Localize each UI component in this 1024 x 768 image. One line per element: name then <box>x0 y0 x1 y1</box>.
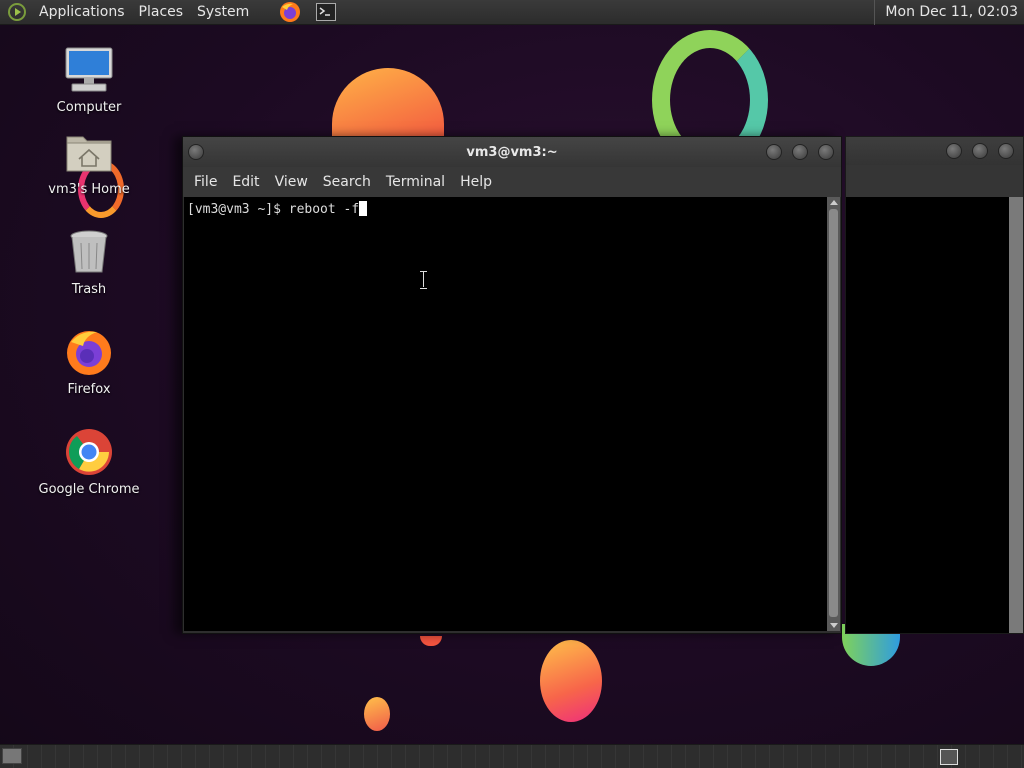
desktop-icon-firefox[interactable]: Firefox <box>34 326 144 397</box>
desktop-icon-computer[interactable]: Computer <box>34 44 144 115</box>
maximize-button[interactable] <box>792 144 808 160</box>
desktop-icon-label: Trash <box>71 282 107 297</box>
chrome-icon <box>63 426 115 478</box>
terminal-output[interactable]: [vm3@vm3 ~]$ reboot -f <box>184 197 827 631</box>
desktop-icon-label: Computer <box>56 100 122 115</box>
maximize-button[interactable] <box>972 143 988 159</box>
desktop-icon-home[interactable]: vm3's Home <box>34 126 144 197</box>
minimize-button[interactable] <box>946 143 962 159</box>
scrollbar-thumb[interactable] <box>829 209 838 617</box>
bottom-panel <box>0 744 1024 768</box>
firefox-launcher-icon[interactable] <box>278 0 302 24</box>
terminal-window[interactable]: vm3@vm3:~ File Edit View Search Terminal… <box>182 136 842 634</box>
scroll-down-icon[interactable] <box>830 623 838 628</box>
applications-menu[interactable]: Applications <box>32 4 132 20</box>
system-menu[interactable]: System <box>190 4 256 20</box>
background-window-menubar <box>846 165 1023 197</box>
background-window-titlebar[interactable] <box>846 137 1023 165</box>
minimize-button[interactable] <box>766 144 782 160</box>
background-window[interactable] <box>845 136 1024 634</box>
desktop-icon-label: Google Chrome <box>38 482 140 497</box>
wallpaper-small-drop <box>364 697 390 731</box>
computer-icon <box>63 44 115 96</box>
text-cursor <box>359 201 368 216</box>
clock[interactable]: Mon Dec 11, 02:03 <box>874 0 1024 25</box>
terminal-scrollbar[interactable] <box>827 197 840 631</box>
menu-help[interactable]: Help <box>453 174 500 190</box>
close-button[interactable] <box>998 143 1014 159</box>
scroll-up-icon[interactable] <box>830 200 838 205</box>
desktop-icon-chrome[interactable]: Google Chrome <box>34 426 144 497</box>
home-folder-icon <box>63 126 115 178</box>
terminal-titlebar[interactable]: vm3@vm3:~ <box>183 137 841 167</box>
menu-search[interactable]: Search <box>316 174 379 190</box>
menu-terminal[interactable]: Terminal <box>379 174 453 190</box>
workspace-switcher[interactable] <box>940 749 958 765</box>
desktop-icon-label: Firefox <box>67 382 111 397</box>
terminal-menubar: File Edit View Search Terminal Help <box>183 167 841 197</box>
menu-view[interactable]: View <box>268 174 316 190</box>
desktop-icon-trash[interactable]: Trash <box>34 226 144 297</box>
places-menu[interactable]: Places <box>132 4 191 20</box>
menu-edit[interactable]: Edit <box>225 174 267 190</box>
trash-icon <box>63 226 115 278</box>
menu-file[interactable]: File <box>187 174 225 190</box>
desktop-icon-label: vm3's Home <box>48 182 130 197</box>
background-window-scrollbar[interactable] <box>1009 197 1023 633</box>
shell-prompt: [vm3@vm3 ~]$ <box>187 202 289 217</box>
window-menu-button[interactable] <box>188 144 204 160</box>
show-desktop-icon[interactable] <box>2 748 22 764</box>
top-panel: Applications Places System Mon Dec 11, 0… <box>0 0 1024 25</box>
mouse-ibeam-cursor-icon <box>420 271 428 289</box>
background-window-content[interactable] <box>846 197 1023 633</box>
terminal-title: vm3@vm3:~ <box>466 144 558 160</box>
terminal-launcher-icon[interactable] <box>314 0 338 24</box>
wallpaper-red-drop <box>420 636 442 646</box>
close-button[interactable] <box>818 144 834 160</box>
distro-logo-icon[interactable] <box>8 3 26 21</box>
wallpaper-orange-drop <box>540 640 602 722</box>
firefox-icon <box>63 326 115 378</box>
typed-command: reboot -f <box>288 202 360 217</box>
